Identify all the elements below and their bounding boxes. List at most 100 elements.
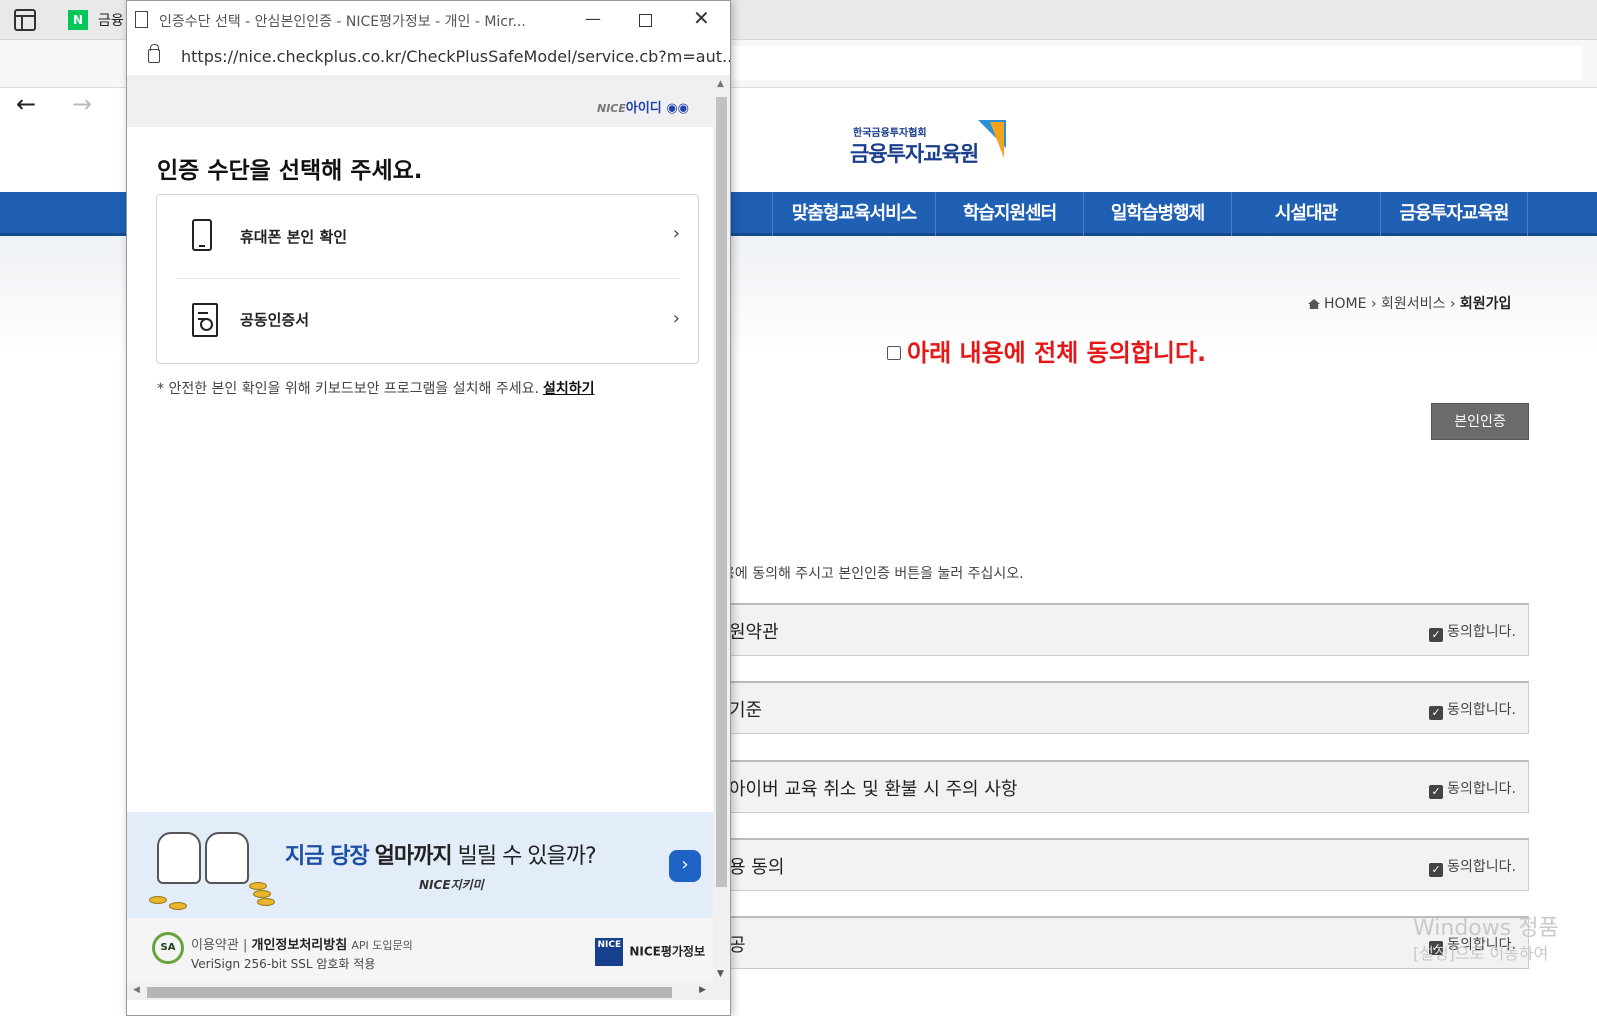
section-agree[interactable]: ✓ 동의합니다. <box>1429 856 1516 877</box>
document-icon <box>135 11 148 28</box>
vertical-scrollbar[interactable]: ▲ ▼ <box>713 75 730 983</box>
eyes-icon: ◉◉ <box>666 101 689 116</box>
banner-headline: 지금 당장 얼마까지 빌릴 수 있을까? <box>285 838 597 870</box>
background-address-bar[interactable] <box>732 46 1582 80</box>
back-arrow-icon[interactable]: ← <box>16 90 36 118</box>
breadcrumb-home[interactable]: HOME <box>1324 296 1366 312</box>
ssl-text: VeriSign 256-bit SSL 암호화 적용 <box>191 957 376 971</box>
notice-text: * 안전한 본인 확인을 위해 키보드보안 프로그램을 설치해 주세요. <box>157 381 539 397</box>
certificate-icon <box>192 303 218 337</box>
scroll-down-icon[interactable]: ▼ <box>717 969 724 979</box>
security-notice: * 안전한 본인 확인을 위해 키보드보안 프로그램을 설치해 주세요. 설치하기 <box>157 378 594 398</box>
logo-prefix: NICE <box>597 102 626 115</box>
section-title: 공 <box>729 935 746 956</box>
install-link[interactable]: 설치하기 <box>543 381 595 397</box>
section-title: 아이버 교육 취소 및 환불 시 주의 사항 <box>729 779 1018 800</box>
logo-text: 아이디 <box>625 101 662 116</box>
nice-header: NICE아이디 ◉◉ <box>127 75 713 127</box>
agree-label: 동의합니다. <box>1447 781 1516 797</box>
nice-auth-popup-window: 인증수단 선택 - 안심본인인증 - NICE평가정보 - 개인 - Micr.… <box>126 0 731 1016</box>
section-title: 기준 <box>729 700 763 721</box>
scrollbar-thumb[interactable] <box>716 97 727 887</box>
terms-section: 용 동의 ✓ 동의합니다. <box>722 838 1529 891</box>
nice-id-logo: NICE아이디 ◉◉ <box>597 97 689 116</box>
auth-method-phone[interactable]: 휴대폰 본인 확인 › <box>157 195 698 279</box>
logo-subtitle: 한국금융투자협회 <box>853 128 927 139</box>
nav-item-institute[interactable]: 금융투자교육원 <box>1380 192 1528 236</box>
scrollbar-thumb[interactable] <box>147 987 672 998</box>
site-logo[interactable]: 한국금융투자협회 금융투자교육원 <box>850 120 1010 170</box>
naver-favicon-icon: N <box>68 10 88 30</box>
agree-label: 동의합니다. <box>1447 624 1516 640</box>
section-title: 원약관 <box>729 622 779 643</box>
auth-method-certificate[interactable]: 공동인증서 › <box>157 279 698 363</box>
breadcrumb-member-service[interactable]: 회원서비스 <box>1381 296 1445 312</box>
breadcrumb-separator: › <box>1449 296 1456 312</box>
section-agree[interactable]: ✓ 동의합니다. <box>1429 778 1516 799</box>
popup-window-title: 인증수단 선택 - 안심본인인증 - NICE평가정보 - 개인 - Micr.… <box>159 14 526 30</box>
checkbox-checked-icon[interactable]: ✓ <box>1429 863 1444 877</box>
popup-footer: SA 이용약관 | 개인정보처리방침 API 도입문의 VeriSign 256… <box>127 918 713 983</box>
forward-arrow-icon[interactable]: → <box>72 90 92 118</box>
nav-item-work-study[interactable]: 일학습병행제 <box>1083 192 1231 236</box>
banner-text-b: 얼마까지 <box>374 844 453 869</box>
breadcrumb: HOME › 회원서비스 › 회원가입 <box>1308 293 1511 313</box>
checkbox-checked-icon[interactable]: ✓ <box>1429 628 1444 642</box>
terms-section: 원약관 ✓ 동의합니다. <box>722 603 1529 656</box>
scroll-left-icon[interactable]: ◀ <box>133 985 140 995</box>
home-icon[interactable] <box>1308 299 1320 309</box>
maximize-icon[interactable] <box>639 14 652 27</box>
popup-content: NICE아이디 ◉◉ 인증 수단을 선택해 주세요. 휴대폰 본인 확인 › 공… <box>127 75 713 983</box>
scroll-right-icon[interactable]: ▶ <box>699 985 706 995</box>
logo-flag-accent-icon <box>990 122 1004 158</box>
popup-title-bar: 인증수단 선택 - 안심본인인증 - NICE평가정보 - 개인 - Micr.… <box>127 1 730 39</box>
page-title: 인증 수단을 선택해 주세요. <box>157 158 423 184</box>
agree-all-row: 아래 내용에 전체 동의합니다. <box>887 333 1206 368</box>
windows-activation-watermark: Windows 정품 <box>1413 916 1559 941</box>
horizontal-scrollbar[interactable]: ◀ ▶ <box>127 983 730 1000</box>
brand-text: NICE평가정보 <box>629 944 705 959</box>
section-agree[interactable]: ✓ 동의합니다. <box>1429 621 1516 642</box>
method-label: 휴대폰 본인 확인 <box>240 228 348 246</box>
terms-section: 기준 ✓ 동의합니다. <box>722 681 1529 734</box>
checkbox-checked-icon[interactable]: ✓ <box>1429 706 1444 720</box>
api-link[interactable]: API 도입문의 <box>351 939 412 952</box>
close-icon[interactable]: ✕ <box>693 6 710 30</box>
terms-link[interactable]: 이용약관 <box>191 938 239 953</box>
nav-item-custom-education[interactable]: 맞춤형교육서비스 <box>772 192 935 236</box>
popup-url[interactable]: https://nice.checkplus.co.kr/CheckPlusSa… <box>181 47 730 66</box>
section-title: 용 동의 <box>729 857 785 878</box>
section-agree[interactable]: ✓ 동의합니다. <box>1429 699 1516 720</box>
jikimi-banner[interactable]: 지금 당장 얼마까지 빌릴 수 있을까? NICE지키미 › <box>127 812 713 918</box>
background-tab-title[interactable]: 금융 <box>98 10 124 30</box>
checkbox-checked-icon[interactable]: ✓ <box>1429 785 1444 799</box>
banner-brand: NICE지키미 <box>419 878 484 892</box>
lock-icon[interactable] <box>148 44 160 63</box>
nice-brand-logo: NICE NICE평가정보 <box>595 938 705 966</box>
nav-item-learning-center[interactable]: 학습지원센터 <box>935 192 1083 236</box>
chevron-right-icon: › <box>672 308 680 329</box>
banner-text-a: 지금 당장 <box>285 844 370 869</box>
agree-all-checkbox[interactable] <box>887 346 901 360</box>
logo-title: 금융투자교육원 <box>850 142 979 166</box>
footer-links: 이용약관 | 개인정보처리방침 API 도입문의 <box>191 938 413 953</box>
minimize-icon[interactable]: — <box>585 9 601 28</box>
nav-item-facility-rental[interactable]: 시설대관 <box>1231 192 1380 236</box>
method-label: 공동인증서 <box>240 311 310 329</box>
auth-method-list: 휴대폰 본인 확인 › 공동인증서 › <box>156 194 699 364</box>
mobile-phone-icon <box>192 219 212 251</box>
identity-verify-button[interactable]: 본인인증 <box>1431 403 1529 440</box>
agree-all-label[interactable]: 아래 내용에 전체 동의합니다. <box>907 339 1206 367</box>
chevron-right-icon: › <box>672 223 680 244</box>
scroll-up-icon[interactable]: ▲ <box>717 79 724 89</box>
terms-section: 아이버 교육 취소 및 환불 시 주의 사항 ✓ 동의합니다. <box>722 760 1529 813</box>
guide-text: 용에 동의해 주시고 본인인증 버튼을 눌러 주십시오. <box>722 566 1024 582</box>
agree-label: 동의합니다. <box>1447 702 1516 718</box>
ssl-seal-icon: SA <box>152 932 184 964</box>
tab-actions-icon[interactable] <box>14 9 36 31</box>
nice-logo-box: NICE <box>595 938 624 966</box>
privacy-link[interactable]: 개인정보처리방침 <box>252 938 348 953</box>
terms-section: 공 ✓ 동의합니다. <box>722 916 1529 969</box>
chevron-right-icon[interactable]: › <box>669 850 701 882</box>
agree-label: 동의합니다. <box>1447 859 1516 875</box>
